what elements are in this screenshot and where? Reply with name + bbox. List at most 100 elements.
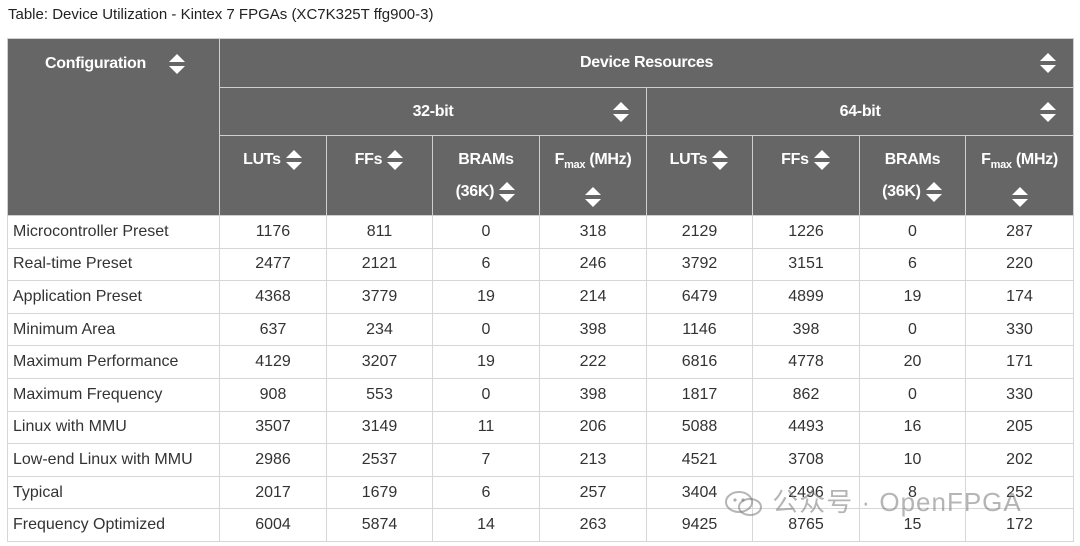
- sort-icon[interactable]: [612, 101, 630, 123]
- col-header-32bit[interactable]: 32-bit: [219, 87, 647, 136]
- value-cell: 234: [326, 312, 433, 347]
- sort-icon[interactable]: [1039, 52, 1057, 74]
- sort-icon[interactable]: [1011, 186, 1029, 208]
- value-cell: 1176: [219, 215, 327, 249]
- sort-icon[interactable]: [925, 181, 943, 203]
- value-cell: 6: [859, 247, 966, 282]
- value-cell: 5088: [646, 410, 753, 445]
- value-cell: 206: [539, 410, 647, 445]
- config-cell: Typical: [7, 475, 220, 510]
- value-cell: 908: [219, 377, 327, 412]
- sort-icon[interactable]: [1039, 101, 1057, 123]
- col-header-luts-32[interactable]: LUTs: [219, 135, 327, 216]
- value-cell: 2537: [326, 443, 433, 477]
- value-cell: 1146: [646, 312, 753, 347]
- value-cell: 263: [539, 508, 647, 542]
- config-cell: Application Preset: [7, 280, 220, 314]
- configuration-label: Configuration: [45, 55, 146, 73]
- group-32bit-label: 32-bit: [412, 102, 454, 120]
- watermark: 公众号 · OpenFPGA: [724, 482, 1054, 528]
- col-header-64bit[interactable]: 64-bit: [645, 87, 1075, 136]
- col-header-ffs-32[interactable]: FFs: [326, 135, 433, 216]
- value-cell: 11: [432, 410, 540, 445]
- value-cell: 4899: [752, 280, 860, 314]
- brams-label: BRAMs: [458, 151, 514, 168]
- value-cell: 398: [752, 312, 860, 347]
- brams-label: BRAMs: [884, 151, 941, 168]
- col-header-configuration[interactable]: Configuration: [7, 38, 220, 216]
- value-cell: 202: [964, 443, 1075, 477]
- value-cell: 0: [859, 215, 966, 249]
- value-cell: 287: [964, 215, 1075, 249]
- col-header-ffs-64[interactable]: FFs: [752, 135, 860, 216]
- sort-icon[interactable]: [711, 149, 729, 171]
- device-resources-label: Device Resources: [580, 54, 714, 71]
- table-row: Low-end Linux with MMU 2986 2537 7 213 4521 37…: [7, 443, 1075, 477]
- col-header-brams-64[interactable]: BRAMs (36K): [859, 135, 966, 216]
- table-row: Minimum Area 637 234 0 398 1146 398 0 330: [7, 312, 1075, 347]
- value-cell: 1817: [646, 377, 753, 412]
- config-cell: Microcontroller Preset: [7, 215, 220, 249]
- value-cell: 6816: [646, 345, 753, 379]
- value-cell: 2017: [219, 475, 327, 510]
- col-header-device-resources[interactable]: Device Resources: [218, 38, 1075, 88]
- value-cell: 2121: [326, 247, 433, 282]
- value-cell: 330: [964, 377, 1075, 412]
- value-cell: 3779: [326, 280, 433, 314]
- config-cell: Maximum Frequency: [7, 377, 220, 412]
- value-cell: 0: [859, 377, 966, 412]
- col-header-luts-64[interactable]: LUTs: [646, 135, 753, 216]
- table-row: Maximum Frequency 908 553 0 398 1817 862 0 330: [7, 377, 1075, 412]
- config-cell: Low-end Linux with MMU: [7, 443, 220, 477]
- value-cell: 6004: [219, 508, 327, 542]
- wechat-icon: [724, 489, 764, 519]
- value-cell: 214: [539, 280, 647, 314]
- value-cell: 4493: [752, 410, 860, 445]
- table-row: Application Preset 4368 3779 19 214 6479 4899 1…: [7, 280, 1075, 314]
- value-cell: 3207: [326, 345, 433, 379]
- table-row: Linux with MMU 3507 3149 11 206 5088 4493 16 205: [7, 410, 1075, 445]
- value-cell: 0: [432, 377, 540, 412]
- value-cell: 205: [964, 410, 1075, 445]
- value-cell: 2986: [219, 443, 327, 477]
- value-cell: 19: [432, 345, 540, 379]
- sort-icon[interactable]: [386, 149, 404, 171]
- col-header-brams-32[interactable]: BRAMs (36K): [432, 135, 540, 216]
- value-cell: 20: [859, 345, 966, 379]
- col-header-fmax-32[interactable]: Fmax (MHz): [539, 135, 647, 216]
- value-cell: 4129: [219, 345, 327, 379]
- value-cell: 637: [219, 312, 327, 347]
- value-cell: 7: [432, 443, 540, 477]
- value-cell: 16: [859, 410, 966, 445]
- sort-icon[interactable]: [813, 149, 831, 171]
- value-cell: 222: [539, 345, 647, 379]
- value-cell: 5874: [326, 508, 433, 542]
- value-cell: 19: [432, 280, 540, 314]
- config-cell: Frequency Optimized: [7, 508, 220, 542]
- value-cell: 14: [432, 508, 540, 542]
- value-cell: 0: [859, 312, 966, 347]
- config-cell: Maximum Performance: [7, 345, 220, 379]
- table-row: Maximum Performance 4129 3207 19 222 6816 4778…: [7, 345, 1075, 379]
- table-row: Real-time Preset 2477 2121 6 246 3792 3151 6 220: [7, 247, 1075, 282]
- value-cell: 2129: [646, 215, 753, 249]
- value-cell: 0: [432, 312, 540, 347]
- luts-label: LUTs: [243, 151, 281, 168]
- sort-icon[interactable]: [285, 149, 303, 171]
- value-cell: 6: [432, 247, 540, 282]
- table-row: Microcontroller Preset 1176 811 0 318 2129 122…: [7, 215, 1075, 249]
- value-cell: 174: [964, 280, 1075, 314]
- sort-icon[interactable]: [498, 181, 516, 203]
- sort-icon[interactable]: [168, 53, 186, 75]
- value-cell: 1226: [752, 215, 860, 249]
- value-cell: 246: [539, 247, 647, 282]
- value-cell: 330: [964, 312, 1075, 347]
- value-cell: 3149: [326, 410, 433, 445]
- sort-icon[interactable]: [584, 186, 602, 208]
- value-cell: 6: [432, 475, 540, 510]
- value-cell: 862: [752, 377, 860, 412]
- value-cell: 3708: [752, 443, 860, 477]
- value-cell: 0: [432, 215, 540, 249]
- col-header-fmax-64[interactable]: Fmax (MHz): [964, 135, 1075, 216]
- config-cell: Real-time Preset: [7, 247, 220, 282]
